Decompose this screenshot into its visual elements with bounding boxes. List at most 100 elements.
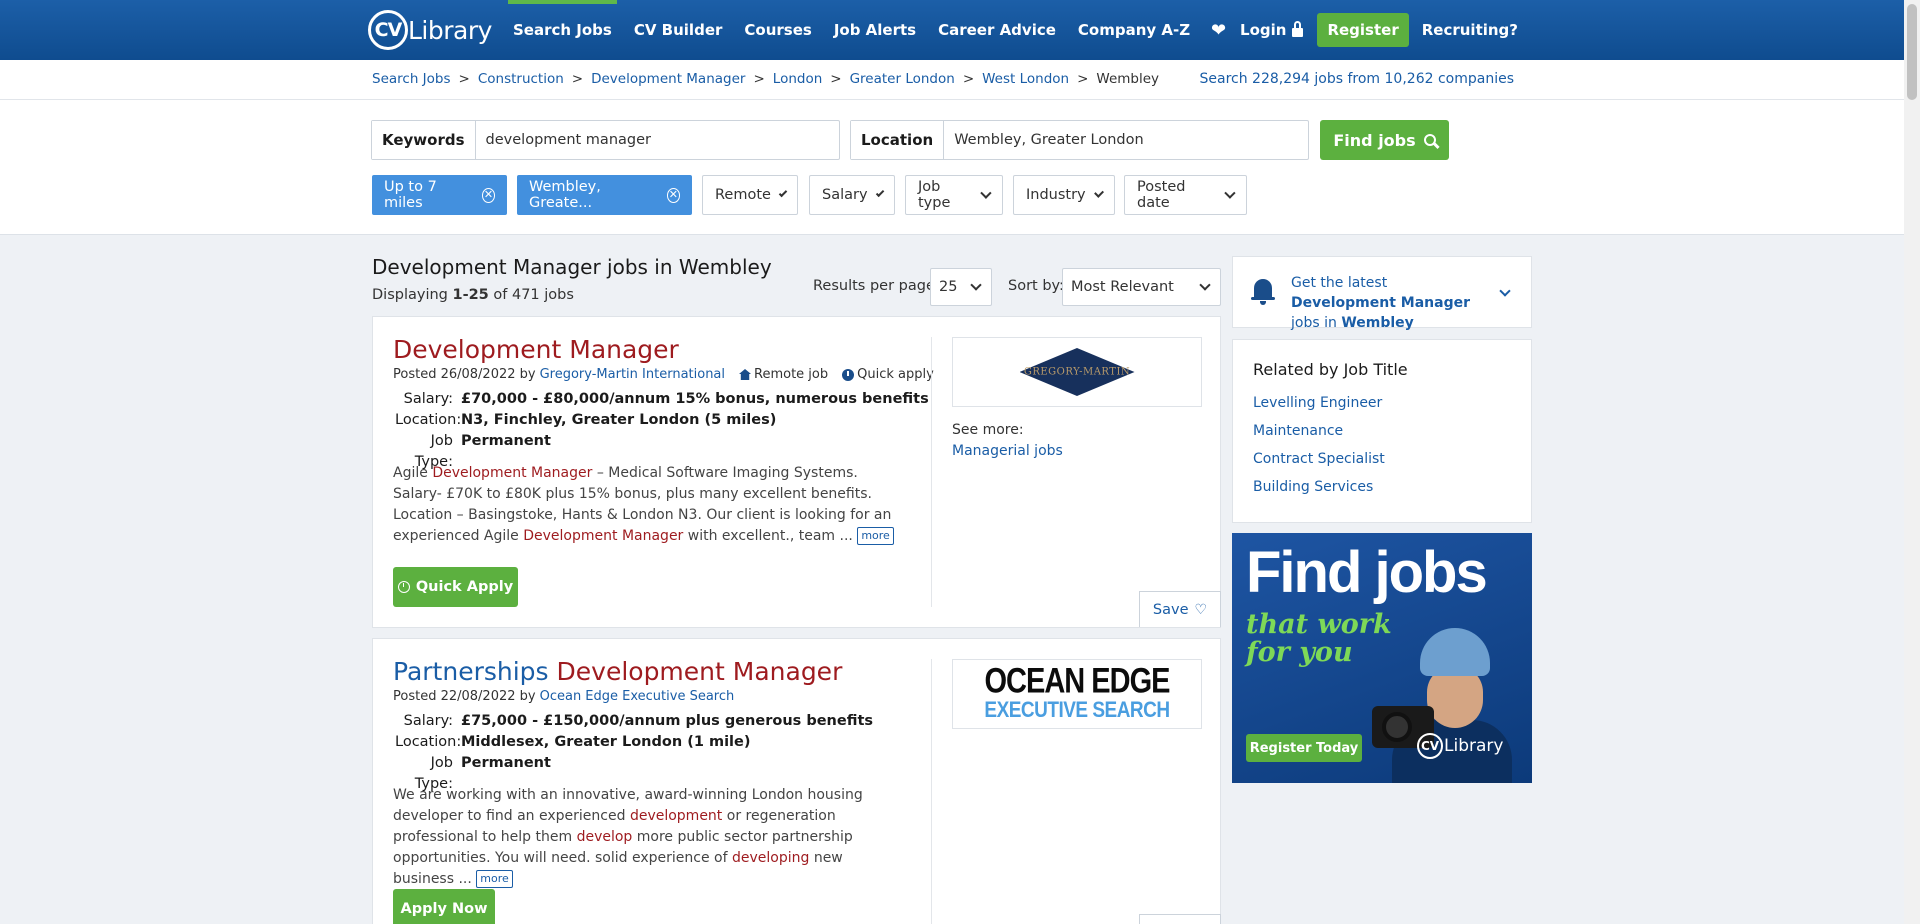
filter-remote-dropdown[interactable]: Remote bbox=[702, 175, 798, 215]
filter-chip-location[interactable]: Wembley, Greate... ✕ bbox=[517, 175, 692, 215]
cv-library-logo[interactable]: CV Library bbox=[368, 9, 492, 51]
quick-apply-button[interactable]: Quick Apply bbox=[393, 567, 518, 607]
logo-cv-mark: CV bbox=[368, 10, 408, 50]
company-logo[interactable]: GREGORY-MARTIN bbox=[952, 337, 1202, 407]
find-jobs-button[interactable]: Find jobs bbox=[1320, 120, 1449, 160]
keywords-input[interactable]: development manager bbox=[476, 132, 651, 148]
ad-subtitle-line2: for you bbox=[1246, 637, 1353, 668]
job-posted-date: Posted 26/08/2022 by bbox=[393, 367, 536, 382]
ad-photographer-image bbox=[1372, 628, 1512, 783]
related-link-contract-specialist[interactable]: Contract Specialist bbox=[1253, 445, 1511, 473]
page-scrollbar[interactable] bbox=[1904, 0, 1920, 924]
breadcrumb-london[interactable]: London bbox=[773, 71, 823, 87]
job-details: Salary: £75,000 - £150,000/annum plus gen… bbox=[395, 711, 873, 795]
job-posted-line: Posted 26/08/2022 by Gregory-Martin Inte… bbox=[393, 367, 934, 382]
remove-chip-icon[interactable]: ✕ bbox=[481, 187, 495, 203]
nav-job-alerts[interactable]: Job Alerts bbox=[823, 0, 927, 60]
results-total: of 471 jobs bbox=[488, 287, 574, 303]
salary-value: £75,000 - £150,000/annum plus generous b… bbox=[461, 713, 874, 729]
filter-salary-dropdown[interactable]: Salary bbox=[809, 175, 895, 215]
filter-posted-date-dropdown[interactable]: Posted date bbox=[1124, 175, 1247, 215]
job-company-link[interactable]: Ocean Edge Executive Search bbox=[540, 689, 735, 704]
results-per-page-label: Results per page: bbox=[813, 278, 940, 294]
results-per-page-select[interactable]: 25 bbox=[930, 268, 992, 306]
quick-apply-button-label: Quick Apply bbox=[415, 579, 514, 595]
stats-jobs-link[interactable]: 228,294 jobs bbox=[1252, 71, 1343, 87]
nav-career-advice[interactable]: Career Advice bbox=[927, 0, 1067, 60]
related-link-levelling-engineer[interactable]: Levelling Engineer bbox=[1253, 389, 1511, 417]
company-logo[interactable]: OCEAN EDGE EXECUTIVE SEARCH bbox=[952, 659, 1202, 729]
job-card: Partnerships Development Manager Posted … bbox=[372, 638, 1221, 924]
site-stats: Search 228,294 jobs from 10,262 companie… bbox=[1199, 71, 1514, 87]
location-input[interactable]: Wembley, Greater London bbox=[944, 132, 1144, 148]
job-alert-box[interactable]: Get the latest Development Manager jobs … bbox=[1232, 256, 1532, 331]
filter-chip-distance[interactable]: Up to 7 miles ✕ bbox=[372, 175, 507, 215]
more-link[interactable]: more bbox=[476, 870, 513, 888]
save-job-button[interactable] bbox=[1139, 914, 1221, 924]
nav-company-a-z[interactable]: Company A-Z bbox=[1067, 0, 1201, 60]
apply-now-button[interactable]: Apply Now bbox=[393, 889, 495, 924]
desc-highlight: developing bbox=[731, 850, 810, 866]
job-title-link[interactable]: Partnerships Development Manager bbox=[393, 657, 842, 686]
chevron-down-icon bbox=[875, 188, 885, 198]
breadcrumb-west-london[interactable]: West London bbox=[982, 71, 1069, 87]
related-link-maintenance[interactable]: Maintenance bbox=[1253, 417, 1511, 445]
desc-highlight: develop bbox=[576, 829, 633, 845]
salary-label: Salary: bbox=[403, 391, 453, 407]
register-today-button[interactable]: Register Today bbox=[1246, 734, 1362, 762]
related-job-titles: Related by Job Title Levelling Engineer … bbox=[1232, 339, 1532, 523]
find-jobs-ad-banner[interactable]: Find jobs that work for you Register Tod… bbox=[1232, 533, 1532, 783]
breadcrumb-search-jobs[interactable]: Search Jobs bbox=[372, 71, 451, 87]
gregory-martin-logo-text: GREGORY-MARTIN bbox=[1023, 366, 1131, 378]
recruiting-link[interactable]: Recruiting? bbox=[1422, 21, 1518, 39]
remove-chip-icon[interactable]: ✕ bbox=[666, 187, 680, 203]
location-label: Location: bbox=[395, 412, 462, 428]
see-more-link[interactable]: Managerial jobs bbox=[952, 443, 1063, 459]
clock-icon bbox=[842, 368, 855, 381]
sort-by-select[interactable]: Most Relevant bbox=[1062, 268, 1221, 306]
alert-keyword: Development Manager bbox=[1291, 295, 1471, 311]
ad-subtitle-line1: that work bbox=[1246, 609, 1392, 640]
related-title: Related by Job Title bbox=[1253, 360, 1408, 379]
register-button[interactable]: Register bbox=[1317, 13, 1409, 47]
chip-location-label: Wembley, Greate... bbox=[529, 179, 601, 211]
nav-search-jobs[interactable]: Search Jobs bbox=[502, 0, 623, 60]
location-label: Location bbox=[851, 121, 945, 159]
bell-icon bbox=[1251, 277, 1275, 305]
filter-job-type-dropdown[interactable]: Job type bbox=[905, 175, 1003, 215]
stats-companies-link[interactable]: 10,262 companies bbox=[1385, 71, 1514, 87]
nav-courses[interactable]: Courses bbox=[733, 0, 822, 60]
results-range: 1-25 bbox=[452, 287, 489, 303]
breadcrumb-greater-london[interactable]: Greater London bbox=[850, 71, 955, 87]
save-job-button[interactable]: Save ♡ bbox=[1139, 591, 1221, 627]
breadcrumb-separator: > bbox=[1077, 71, 1089, 87]
keywords-field[interactable]: Keywords development manager bbox=[371, 120, 840, 160]
stats-prefix: Search bbox=[1199, 71, 1253, 87]
heart-icon[interactable]: ❤ bbox=[1211, 20, 1226, 41]
breadcrumb-separator: > bbox=[753, 71, 765, 87]
location-label: Location: bbox=[395, 734, 462, 750]
search-icon bbox=[1423, 134, 1436, 146]
nav-cv-builder[interactable]: CV Builder bbox=[623, 0, 734, 60]
card-divider bbox=[931, 659, 932, 924]
alert-text-part: jobs in bbox=[1291, 315, 1342, 331]
breadcrumb-construction[interactable]: Construction bbox=[478, 71, 564, 87]
login-link[interactable]: Login bbox=[1240, 20, 1304, 39]
chevron-down-icon bbox=[1093, 187, 1104, 199]
site-header: CV Library Search Jobs CV Builder Course… bbox=[0, 0, 1904, 60]
job-title-link[interactable]: Development Manager bbox=[393, 335, 679, 364]
filter-industry-dropdown[interactable]: Industry bbox=[1013, 175, 1115, 215]
job-company-link[interactable]: Gregory-Martin International bbox=[540, 367, 725, 382]
chevron-down-icon[interactable] bbox=[1499, 285, 1511, 297]
breadcrumb-development-manager[interactable]: Development Manager bbox=[591, 71, 745, 87]
main-nav: Search Jobs CV Builder Courses Job Alert… bbox=[502, 0, 1201, 60]
desc-text: with excellent., team ... bbox=[683, 528, 858, 544]
related-link-building-services[interactable]: Building Services bbox=[1253, 473, 1511, 501]
job-description: Agile Development Manager – Medical Soft… bbox=[393, 463, 908, 547]
scrollbar-thumb[interactable] bbox=[1907, 4, 1917, 100]
see-more: See more: Managerial jobs bbox=[952, 420, 1063, 462]
more-link[interactable]: more bbox=[857, 527, 894, 545]
alert-text-part: Get the latest bbox=[1291, 275, 1388, 291]
breadcrumb-separator: > bbox=[830, 71, 842, 87]
location-field[interactable]: Location Wembley, Greater London bbox=[850, 120, 1309, 160]
